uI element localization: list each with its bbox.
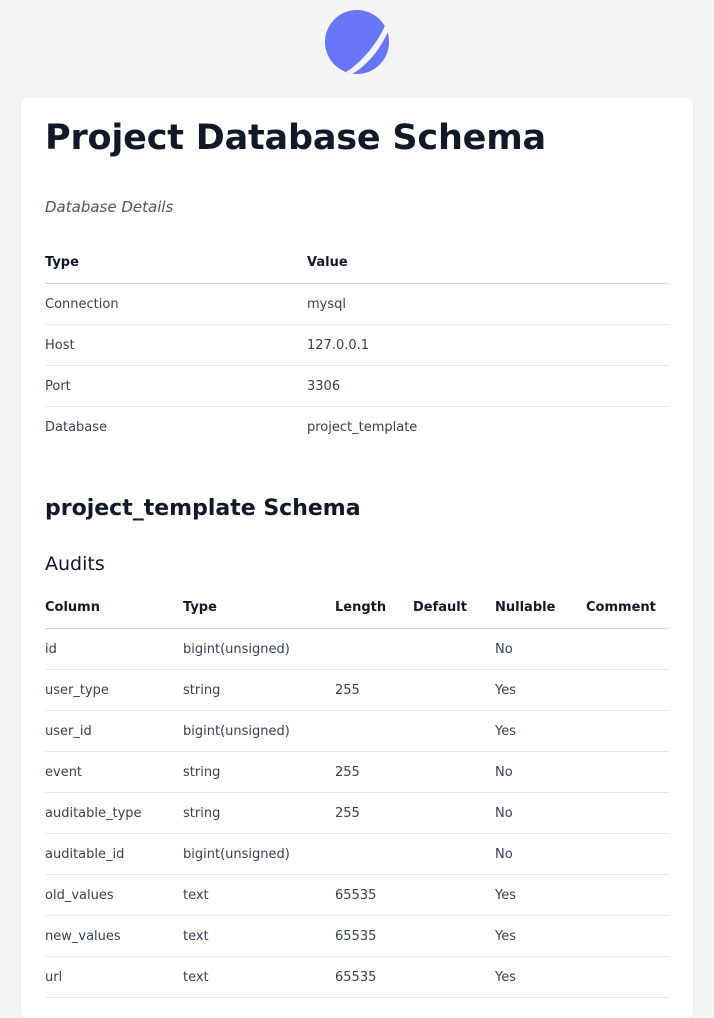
- cell-type: string: [183, 792, 335, 834]
- column-header-type: Type: [183, 587, 335, 629]
- detail-key: Host: [45, 324, 307, 366]
- schema-card: Project Database Schema Database Details…: [21, 98, 693, 1018]
- detail-value: project_template: [307, 419, 418, 435]
- cell-length: 255: [335, 751, 413, 793]
- table-row: url text 65535 Yes: [45, 956, 669, 998]
- cell-type: bigint(unsigned): [183, 710, 335, 752]
- table-row: user_id bigint(unsigned) Yes: [45, 710, 669, 752]
- cell-nullable: No: [495, 628, 586, 670]
- cell-length: 255: [335, 792, 413, 834]
- detail-key: Port: [45, 365, 307, 407]
- cell-nullable: Yes: [495, 669, 586, 711]
- column-header-comment: Comment: [586, 587, 669, 629]
- cell-nullable: No: [495, 792, 586, 834]
- table-row: auditable_type string 255 No: [45, 792, 669, 834]
- table-header-row: Type Value: [45, 242, 669, 284]
- detail-value: 127.0.0.1: [307, 324, 669, 366]
- cell-default: [413, 669, 495, 711]
- cell-default: [413, 751, 495, 793]
- cell-comment: [586, 751, 669, 793]
- planet-logo-icon: [324, 9, 390, 75]
- cell-length: [335, 833, 413, 875]
- cell-comment: [586, 874, 669, 916]
- cell-nullable: Yes: [495, 874, 586, 916]
- column-header-column: Column: [45, 587, 183, 629]
- database-details-table: Type Value Connection mysql Host 127.0.0…: [45, 242, 669, 447]
- audits-columns-table: Column Type Length Default Nullable Comm…: [45, 587, 669, 998]
- cell-comment: [586, 956, 669, 998]
- cell-type: bigint(unsigned): [183, 628, 335, 670]
- cell-default: [413, 628, 495, 670]
- cell-length: [335, 710, 413, 752]
- cell-type: text: [183, 874, 335, 916]
- cell-nullable: No: [495, 751, 586, 793]
- cell-type: text: [183, 915, 335, 957]
- table-row: Host 127.0.0.1: [45, 324, 669, 366]
- cell-length: [335, 628, 413, 670]
- cell-column: user_type: [45, 669, 183, 711]
- cell-comment: [586, 669, 669, 711]
- column-header-type: Type: [45, 242, 307, 284]
- cell-column: new_values: [45, 915, 183, 957]
- detail-key: Database: [45, 419, 108, 435]
- table-title-audits: Audits: [45, 553, 105, 575]
- cell-column: auditable_id: [45, 833, 183, 875]
- cell-comment: [586, 833, 669, 875]
- table-row: auditable_id bigint(unsigned) No: [45, 833, 669, 875]
- table-row: id bigint(unsigned) No: [45, 628, 669, 670]
- cell-nullable: No: [495, 833, 586, 875]
- table-row: Port 3306: [45, 365, 669, 407]
- cell-type: string: [183, 669, 335, 711]
- column-header-nullable: Nullable: [495, 587, 586, 629]
- table-header-row: Column Type Length Default Nullable Comm…: [45, 587, 669, 629]
- cell-length: 65535: [335, 874, 413, 916]
- detail-key: Connection: [45, 283, 307, 325]
- cell-type: bigint(unsigned): [183, 833, 335, 875]
- table-row: new_values text 65535 Yes: [45, 915, 669, 957]
- cell-length: 65535: [335, 915, 413, 957]
- cell-comment: [586, 628, 669, 670]
- cell-column: id: [45, 628, 183, 670]
- cell-comment: [586, 710, 669, 752]
- table-row: user_type string 255 Yes: [45, 669, 669, 711]
- database-details-subtitle: Database Details: [45, 198, 174, 216]
- cell-default: [413, 710, 495, 752]
- cell-default: [413, 956, 495, 998]
- table-row: old_values text 65535 Yes: [45, 874, 669, 916]
- cell-column: old_values: [45, 874, 183, 916]
- cell-type: text: [183, 956, 335, 998]
- column-header-length: Length: [335, 587, 413, 629]
- cell-column: url: [45, 956, 183, 998]
- detail-value: mysql: [307, 283, 669, 325]
- cell-nullable: Yes: [495, 956, 586, 998]
- cell-column: auditable_type: [45, 792, 183, 834]
- cell-column: event: [45, 751, 183, 793]
- cell-column: user_id: [45, 710, 183, 752]
- cell-default: [413, 833, 495, 875]
- cell-default: [413, 915, 495, 957]
- column-header-value: Value: [307, 242, 669, 284]
- detail-value: 3306: [307, 365, 669, 407]
- table-row: Database project_template: [45, 407, 669, 448]
- cell-nullable: Yes: [495, 710, 586, 752]
- schema-title: project_template Schema: [45, 496, 361, 521]
- cell-type: string: [183, 751, 335, 793]
- table-row: event string 255 No: [45, 751, 669, 793]
- page-title: Project Database Schema: [45, 118, 546, 158]
- cell-comment: [586, 915, 669, 957]
- cell-default: [413, 792, 495, 834]
- column-header-default: Default: [413, 587, 495, 629]
- table-row: Connection mysql: [45, 283, 669, 325]
- cell-length: 255: [335, 669, 413, 711]
- cell-nullable: Yes: [495, 915, 586, 957]
- cell-comment: [586, 792, 669, 834]
- cell-default: [413, 874, 495, 916]
- cell-length: 65535: [335, 956, 413, 998]
